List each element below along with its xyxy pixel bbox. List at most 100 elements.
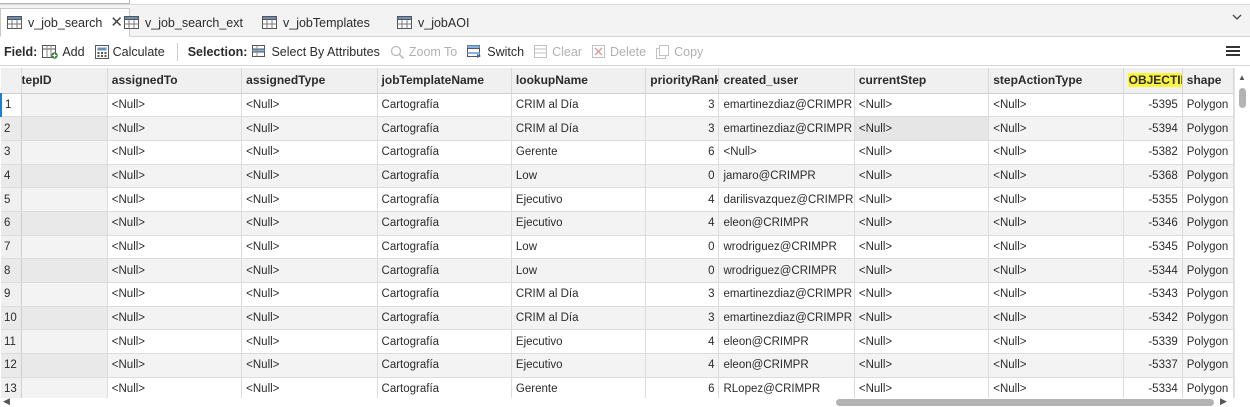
table-cell[interactable]: <Null>: [241, 329, 378, 355]
copy-button[interactable]: Copy: [656, 44, 703, 59]
table-cell[interactable]: <Null>: [107, 93, 243, 118]
table-cell[interactable]: Cartografía: [377, 353, 512, 378]
table-cell[interactable]: <Null>: [988, 258, 1124, 283]
row-number[interactable]: 8: [1, 258, 22, 283]
table-cell[interactable]: Cartografía: [377, 377, 512, 398]
table-cell[interactable]: <Null>: [107, 187, 243, 212]
table-cell[interactable]: eleon@CRIMPR: [718, 329, 855, 355]
table-cell[interactable]: -5334: [1123, 377, 1183, 398]
table-cell[interactable]: CRIM al Día: [511, 93, 647, 118]
table-cell[interactable]: Cartografía: [377, 116, 512, 141]
table-cell[interactable]: <Null>: [107, 353, 243, 378]
table-cell[interactable]: -5382: [1123, 140, 1183, 165]
table-cell[interactable]: <Null>: [241, 377, 378, 398]
table-cell[interactable]: <Null>: [107, 140, 243, 165]
table-cell[interactable]: [21, 282, 108, 307]
column-header[interactable]: assignedTo: [107, 68, 243, 94]
table-cell[interactable]: emartinezdiaz@CRIMPR: [718, 116, 855, 141]
table-cell[interactable]: <Null>: [854, 353, 990, 378]
table-cell[interactable]: <Null>: [107, 306, 243, 331]
table-cell[interactable]: <Null>: [241, 353, 378, 378]
table-cell[interactable]: Ejecutivo: [511, 211, 647, 236]
table-row[interactable]: 2 <Null> <Null> Cartografía CRIM al Día 3 emar…: [1, 116, 1234, 141]
column-header[interactable]: shape: [1182, 68, 1234, 94]
calculate-button[interactable]: Calculate: [94, 44, 165, 59]
table-cell[interactable]: 0: [645, 164, 720, 189]
table-cell[interactable]: <Null>: [241, 306, 378, 331]
table-cell[interactable]: Gerente: [511, 140, 647, 165]
table-cell[interactable]: <Null>: [107, 329, 243, 355]
table-cell[interactable]: <Null>: [107, 116, 243, 141]
row-number[interactable]: 3: [1, 140, 22, 165]
table-cell[interactable]: <Null>: [988, 377, 1124, 398]
horizontal-scroll-thumb[interactable]: [836, 399, 1214, 406]
table-cell[interactable]: Polygon: [1182, 187, 1234, 212]
table-cell[interactable]: Ejecutivo: [511, 353, 647, 378]
hamburger-menu-icon[interactable]: [1225, 44, 1241, 58]
table-cell[interactable]: 4: [645, 329, 720, 355]
table-row[interactable]: 6 <Null> <Null> Cartografía Ejecutivo 4 eleon@…: [1, 211, 1234, 236]
table-cell[interactable]: Polygon: [1182, 93, 1234, 118]
tab-v-jobaoi[interactable]: v_jobAOI: [391, 9, 475, 36]
table-cell[interactable]: [21, 140, 108, 165]
table-cell[interactable]: <Null>: [241, 93, 378, 118]
row-number[interactable]: 9: [1, 282, 22, 307]
table-cell[interactable]: Ejecutivo: [511, 187, 647, 212]
table-cell[interactable]: <Null>: [854, 235, 990, 260]
table-cell[interactable]: eleon@CRIMPR: [718, 353, 855, 378]
table-cell[interactable]: 4: [645, 187, 720, 212]
table-cell[interactable]: 3: [645, 116, 720, 141]
table-cell[interactable]: [21, 187, 108, 212]
table-cell[interactable]: <Null>: [241, 258, 378, 283]
column-header[interactable]: jobTemplateName: [377, 68, 512, 94]
table-cell[interactable]: Cartografía: [377, 258, 512, 283]
table-cell[interactable]: Polygon: [1182, 116, 1234, 141]
table-cell[interactable]: Low: [511, 164, 647, 189]
table-cell[interactable]: 0: [645, 235, 720, 260]
table-cell[interactable]: <Null>: [241, 282, 378, 307]
table-cell[interactable]: 6: [645, 377, 720, 398]
table-cell[interactable]: <Null>: [241, 140, 378, 165]
table-cell[interactable]: 4: [645, 353, 720, 378]
table-cell[interactable]: -5342: [1123, 306, 1183, 331]
column-header[interactable]: stepActionType: [988, 68, 1124, 94]
table-cell[interactable]: wrodriguez@CRIMPR: [718, 258, 855, 283]
table-cell[interactable]: Cartografía: [377, 93, 512, 118]
table-cell[interactable]: -5343: [1123, 282, 1183, 307]
tab-v-job-search[interactable]: v_job_search ✕: [0, 8, 130, 37]
table-row[interactable]: 8 <Null> <Null> Cartografía Low 0 wrodriguez@C…: [1, 258, 1234, 283]
column-header[interactable]: tepID: [21, 68, 108, 94]
table-row[interactable]: 4 <Null> <Null> Cartografía Low 0 jamaro@CRIMP…: [1, 164, 1234, 189]
table-cell[interactable]: Cartografía: [377, 211, 512, 236]
table-cell[interactable]: <Null>: [854, 329, 990, 355]
row-number[interactable]: 10: [1, 306, 22, 331]
switch-selection-button[interactable]: Switch: [467, 44, 524, 59]
table-row[interactable]: 13 <Null> <Null> Cartografía Gerente 6 RLopez@…: [1, 377, 1234, 398]
vertical-scrollbar[interactable]: ▲: [1234, 68, 1250, 398]
table-cell[interactable]: [21, 306, 108, 331]
clear-selection-button[interactable]: Clear: [534, 44, 582, 59]
table-cell[interactable]: <Null>: [854, 164, 990, 189]
table-cell[interactable]: <Null>: [988, 306, 1124, 331]
table-cell[interactable]: -5345: [1123, 235, 1183, 260]
table-cell[interactable]: darilisvazquez@CRIMPR: [718, 187, 855, 212]
row-number[interactable]: 7: [1, 235, 22, 260]
table-cell[interactable]: Polygon: [1182, 353, 1234, 378]
table-cell[interactable]: -5339: [1123, 329, 1183, 355]
table-cell[interactable]: [21, 329, 108, 355]
table-cell[interactable]: <Null>: [241, 235, 378, 260]
table-cell[interactable]: 3: [645, 306, 720, 331]
table-cell[interactable]: Cartografía: [377, 282, 512, 307]
table-cell[interactable]: Polygon: [1182, 235, 1234, 260]
table-cell[interactable]: Polygon: [1182, 377, 1234, 398]
table-cell[interactable]: 4: [645, 211, 720, 236]
table-cell[interactable]: <Null>: [241, 116, 378, 141]
table-cell[interactable]: <Null>: [107, 258, 243, 283]
table-cell[interactable]: CRIM al Día: [511, 282, 647, 307]
table-cell[interactable]: Polygon: [1182, 282, 1234, 307]
table-cell[interactable]: <Null>: [854, 377, 990, 398]
table-cell[interactable]: <Null>: [107, 235, 243, 260]
table-cell[interactable]: CRIM al Día: [511, 116, 647, 141]
vertical-scroll-thumb[interactable]: [1239, 88, 1246, 108]
row-number[interactable]: 12: [1, 353, 22, 378]
